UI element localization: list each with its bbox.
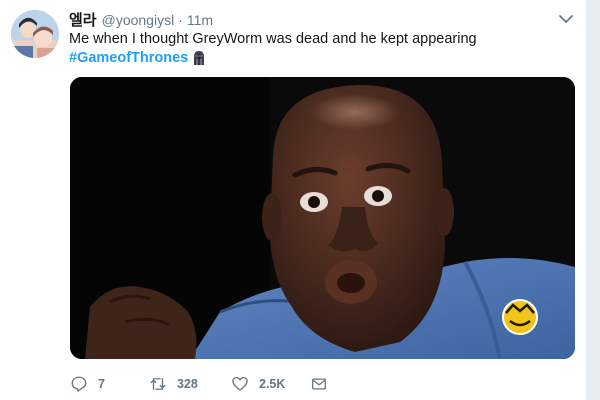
timeline-edge [586,0,600,400]
tweet-text: Me when I thought GreyWorm was dead and … [69,31,477,47]
reply-icon [71,376,87,392]
reply-count: 7 [98,377,105,391]
tweet-card[interactable]: 엘라 @yoongiysl · 11m Me when I thought Gr… [0,0,586,400]
reply-button[interactable]: 7 [70,372,105,396]
envelope-icon [311,378,327,390]
retweet-count: 328 [177,377,198,391]
user-handle[interactable]: @yoongiysl [102,12,175,28]
avatar[interactable] [11,10,59,58]
heart-icon [232,376,248,391]
avatar-photo-icon [11,10,59,58]
hashtag-link[interactable]: #GameofThrones [69,50,188,66]
surprised-face-icon [70,77,575,359]
display-name[interactable]: 엘라 [69,9,97,30]
tweet-media[interactable] [70,77,575,359]
like-count: 2.5K [259,377,286,391]
retweet-button[interactable]: 328 [149,372,198,396]
got-helmet-emoji-icon [192,50,206,66]
retweet-icon [150,378,166,390]
tweet-header: 엘라 @yoongiysl · 11m [69,9,213,29]
tweet-actions: 7 328 2.5K [70,372,370,396]
chevron-down-icon[interactable] [558,12,574,26]
direct-message-button[interactable] [310,372,328,396]
hashtag-line: #GameofThrones [69,48,206,68]
like-button[interactable]: 2.5K [231,372,285,396]
separator-dot: · [178,12,183,28]
timestamp[interactable]: 11m [187,12,213,28]
